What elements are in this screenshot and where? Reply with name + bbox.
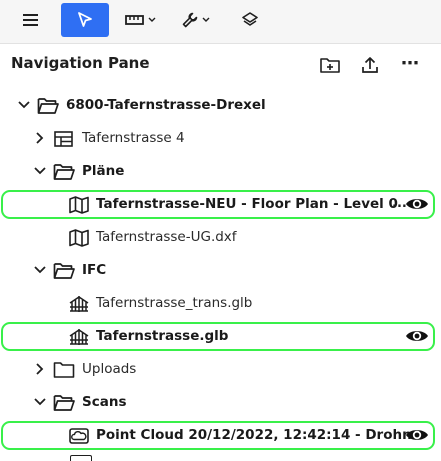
tree-item-floor-plan-level-0[interactable]: Tafernstrasse-NEU - Floor Plan - Level 0… <box>0 188 441 221</box>
map-icon <box>69 229 89 247</box>
folder-open-icon <box>53 395 75 411</box>
more-icon[interactable]: ⋯ <box>398 51 422 75</box>
map-icon <box>69 196 89 214</box>
chevron-down-icon <box>202 17 209 22</box>
point-cloud-icon <box>69 428 89 444</box>
tree-item-tafernstrasse-glb[interactable]: Tafernstrasse.glb <box>0 320 441 353</box>
tree-item-label: Pläne <box>82 163 125 179</box>
select-cursor-icon <box>78 12 92 27</box>
chevron-down-icon[interactable] <box>33 164 47 178</box>
tree-item-tafernstrasse-ug[interactable]: Tafernstrasse-UG.dxf <box>0 221 441 254</box>
floorplan-grid-icon <box>54 131 73 147</box>
layers-button[interactable] <box>232 3 268 37</box>
tree-item-tafernstrasse-trans[interactable]: Tafernstrasse_trans.glb <box>0 287 441 320</box>
select-tool-button[interactable] <box>61 3 109 37</box>
tree-item-label: Tafernstrasse-NEU - Floor Plan - Level 0 <box>96 196 398 212</box>
chevron-down-icon[interactable] <box>33 263 47 277</box>
tree-item-label: Tafernstrasse.glb <box>96 328 229 344</box>
chevron-right-icon[interactable] <box>33 131 47 145</box>
menu-button[interactable] <box>14 3 48 37</box>
folder-open-icon <box>53 263 75 279</box>
eye-icon[interactable] <box>405 196 429 212</box>
tree-item-label: Tafernstrasse_trans.glb <box>96 295 253 311</box>
chevron-down-icon[interactable] <box>33 395 47 409</box>
new-folder-icon <box>320 58 340 73</box>
pane-title: Navigation Pane <box>11 54 150 72</box>
tree-item-tafernstrasse-4[interactable]: Tafernstrasse 4 <box>0 122 441 155</box>
tree-item-label: Uploads <box>82 361 137 377</box>
tree-item-ifc[interactable]: IFC <box>0 254 441 287</box>
measure-tool-button[interactable] <box>122 3 158 37</box>
upload-button[interactable] <box>358 53 382 77</box>
folder-open-icon <box>37 98 59 114</box>
tree-item-scans[interactable]: Scans <box>0 386 441 419</box>
chevron-down-icon <box>148 17 155 22</box>
tree-item-label: Scans <box>82 394 127 410</box>
tree-item-label: 6800-Tafernstrasse-Drexel <box>66 97 266 113</box>
menu-icon <box>23 14 38 26</box>
upload-icon <box>362 57 378 73</box>
point-cloud-icon <box>70 455 92 461</box>
chevron-down-icon[interactable] <box>17 98 31 112</box>
chevron-right-icon[interactable] <box>33 362 47 376</box>
tree-item-label: Tafernstrasse 4 <box>82 130 185 146</box>
tree-item-point-cloud[interactable]: Point Cloud 20/12/2022, 12:42:14 - Drohn… <box>0 419 441 452</box>
building-model-icon <box>69 296 89 312</box>
tools-wrench-icon <box>182 12 197 28</box>
tree-item-label: Tafernstrasse-UG.dxf <box>96 229 237 245</box>
tree-item-plaene[interactable]: Pläne <box>0 155 441 188</box>
toolbar <box>0 0 441 44</box>
new-folder-button[interactable] <box>318 53 342 77</box>
tree-item-project[interactable]: 6800-Tafernstrasse-Drexel <box>0 89 441 122</box>
folder-icon <box>53 362 75 378</box>
measure-ruler-icon <box>124 15 144 25</box>
tools-button[interactable] <box>177 3 213 37</box>
tree-item-label: Point Cloud 20/12/2022, 12:42:14 - Drohn… <box>96 427 421 443</box>
tree-item-uploads[interactable]: Uploads <box>0 353 441 386</box>
tree-item-label: IFC <box>82 262 107 278</box>
folder-open-icon <box>53 164 75 180</box>
building-model-icon <box>69 329 89 345</box>
layers-icon <box>242 12 258 26</box>
eye-icon[interactable] <box>405 328 429 344</box>
eye-icon[interactable] <box>405 427 429 443</box>
